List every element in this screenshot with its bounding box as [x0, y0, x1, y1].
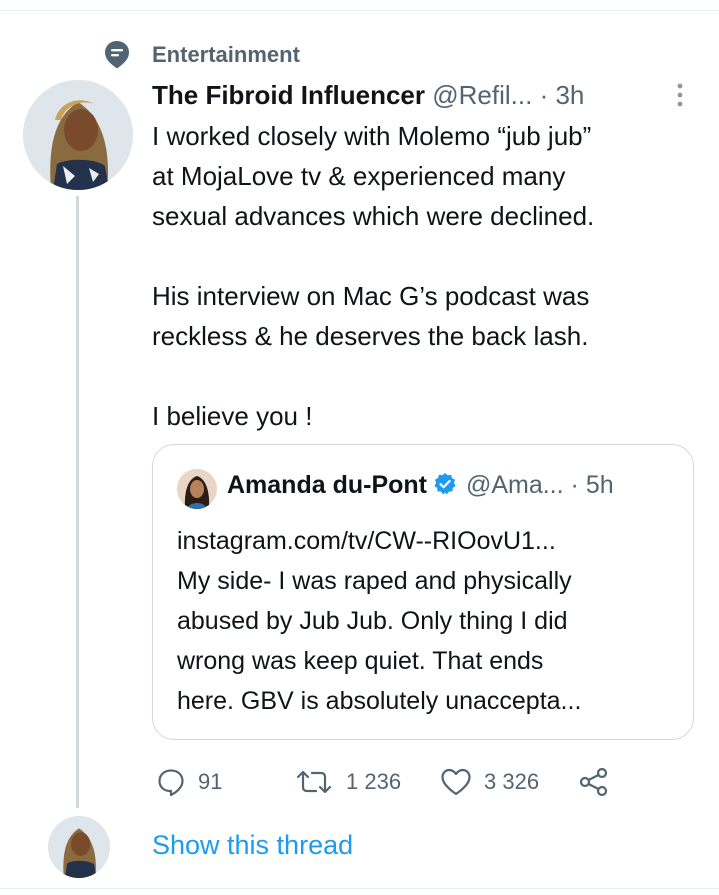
more-options-icon[interactable]	[674, 82, 686, 108]
thread-connector-line	[76, 196, 79, 808]
separator-dot: ·	[570, 471, 579, 499]
quoted-handle[interactable]: @Ama...	[466, 471, 564, 499]
tweet-timestamp[interactable]: 3h	[555, 80, 584, 110]
reply-button[interactable]: 91	[156, 764, 222, 800]
reply-count: 91	[198, 769, 223, 794]
tweet-header: The Fibroid Influencer @Refil... · 3h	[152, 80, 584, 112]
thread-avatar-image	[48, 816, 110, 878]
quoted-display-name[interactable]: Amanda du-Pont	[227, 471, 427, 499]
top-divider	[0, 10, 719, 11]
quoted-tweet-card[interactable]: Amanda du-Pont @Ama... · 5h instagram.co…	[152, 444, 694, 740]
share-button[interactable]	[578, 764, 622, 800]
quoted-line: here. GBV is absolutely unaccepta...	[177, 687, 582, 715]
retweet-button[interactable]: 1 236	[294, 764, 401, 800]
avatar[interactable]	[23, 80, 133, 190]
tweet-text: I worked closely with Molemo “jub jub” a…	[152, 116, 692, 436]
like-button[interactable]: 3 326	[440, 764, 539, 800]
tweet-line: I worked closely with Molemo “jub jub”	[152, 121, 592, 151]
separator-dot: ·	[539, 80, 549, 110]
quoted-header: Amanda du-Pont @Ama... · 5h	[227, 471, 614, 500]
quoted-avatar-image	[177, 469, 217, 509]
share-icon	[579, 767, 608, 797]
tweet-line: I believe you !	[152, 401, 313, 431]
quoted-line: instagram.com/tv/CW--RIOovU1...	[177, 527, 556, 555]
heart-icon	[441, 768, 471, 796]
tweet-line: sexual advances which were declined.	[152, 201, 595, 231]
avatar-image	[23, 80, 133, 190]
display-name[interactable]: The Fibroid Influencer	[152, 80, 425, 110]
retweet-icon	[296, 770, 332, 794]
retweet-count: 1 236	[346, 769, 402, 794]
tweet-line: reckless & he deserves the back lash.	[152, 321, 589, 351]
show-thread-link[interactable]: Show this thread	[152, 830, 353, 861]
quoted-timestamp[interactable]: 5h	[586, 471, 614, 499]
user-handle[interactable]: @Refil...	[432, 80, 532, 110]
social-context-label[interactable]: Entertainment	[152, 42, 300, 68]
verified-badge-icon	[434, 473, 456, 495]
tweet-line: at MojaLove tv & experienced many	[152, 161, 566, 191]
quoted-tweet-text: instagram.com/tv/CW--RIOovU1... My side-…	[177, 521, 677, 721]
quoted-line: My side- I was raped and physically	[177, 567, 572, 595]
quoted-line: wrong was keep quiet. That ends	[177, 647, 544, 675]
thread-avatar[interactable]	[48, 816, 110, 878]
reply-icon	[158, 769, 184, 797]
bottom-divider	[0, 888, 719, 889]
topic-icon	[105, 41, 129, 69]
quoted-line: abused by Jub Jub. Only thing I did	[177, 607, 568, 635]
quoted-avatar[interactable]	[177, 469, 217, 509]
tweet-line: His interview on Mac G’s podcast was	[152, 281, 590, 311]
like-count: 3 326	[484, 769, 540, 794]
